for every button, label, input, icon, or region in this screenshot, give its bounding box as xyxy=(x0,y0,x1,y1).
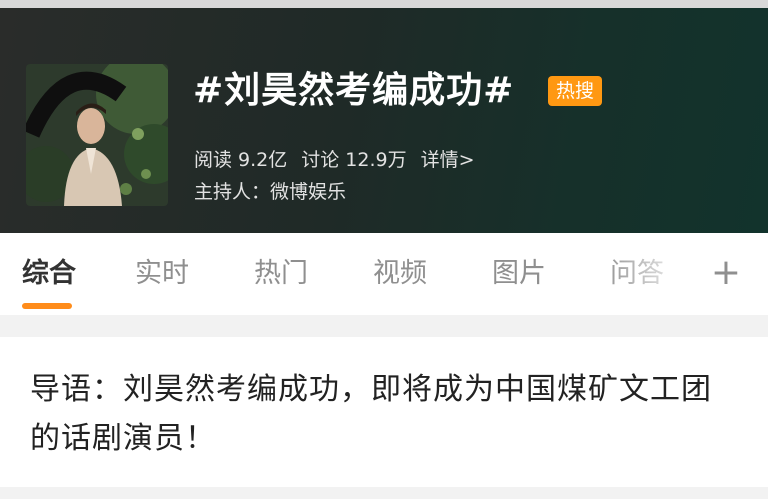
bottom-divider xyxy=(0,487,768,499)
read-count: 阅读 9.2亿 xyxy=(194,149,288,171)
tab-bar: 综合 实时 热门 视频 图片 问答 + xyxy=(0,233,768,315)
tab-video[interactable]: 视频 xyxy=(373,257,427,291)
topic-host[interactable]: 主持人：微博娱乐 xyxy=(194,178,346,206)
topic-guide-text: 导语：刘昊然考编成功，即将成为中国煤矿文工团的话剧演员！ xyxy=(30,372,712,456)
cover-photo xyxy=(26,64,168,206)
tab-pictures[interactable]: 图片 xyxy=(492,257,546,291)
details-link[interactable]: 详情> xyxy=(421,149,475,171)
section-divider xyxy=(0,315,768,337)
tab-popular[interactable]: 热门 xyxy=(254,257,308,291)
tab-qa[interactable]: 问答 xyxy=(610,257,664,291)
hot-search-badge: 热搜 xyxy=(548,76,602,106)
topic-header: #刘昊然考编成功# 热搜 阅读 9.2亿 讨论 12.9万 详情> 主持人：微博娱乐 xyxy=(0,0,768,233)
tab-realtime[interactable]: 实时 xyxy=(135,257,189,291)
topic-stats: 阅读 9.2亿 讨论 12.9万 详情> xyxy=(194,146,489,174)
tab-left-fade xyxy=(0,233,22,315)
topic-cover-image[interactable] xyxy=(26,64,168,206)
active-tab-indicator xyxy=(22,303,72,309)
add-tab-icon[interactable]: + xyxy=(706,253,746,293)
tab-comprehensive[interactable]: 综合 xyxy=(22,257,76,291)
topic-title: #刘昊然考编成功# xyxy=(193,70,515,111)
discussion-count: 讨论 12.9万 xyxy=(301,149,407,171)
